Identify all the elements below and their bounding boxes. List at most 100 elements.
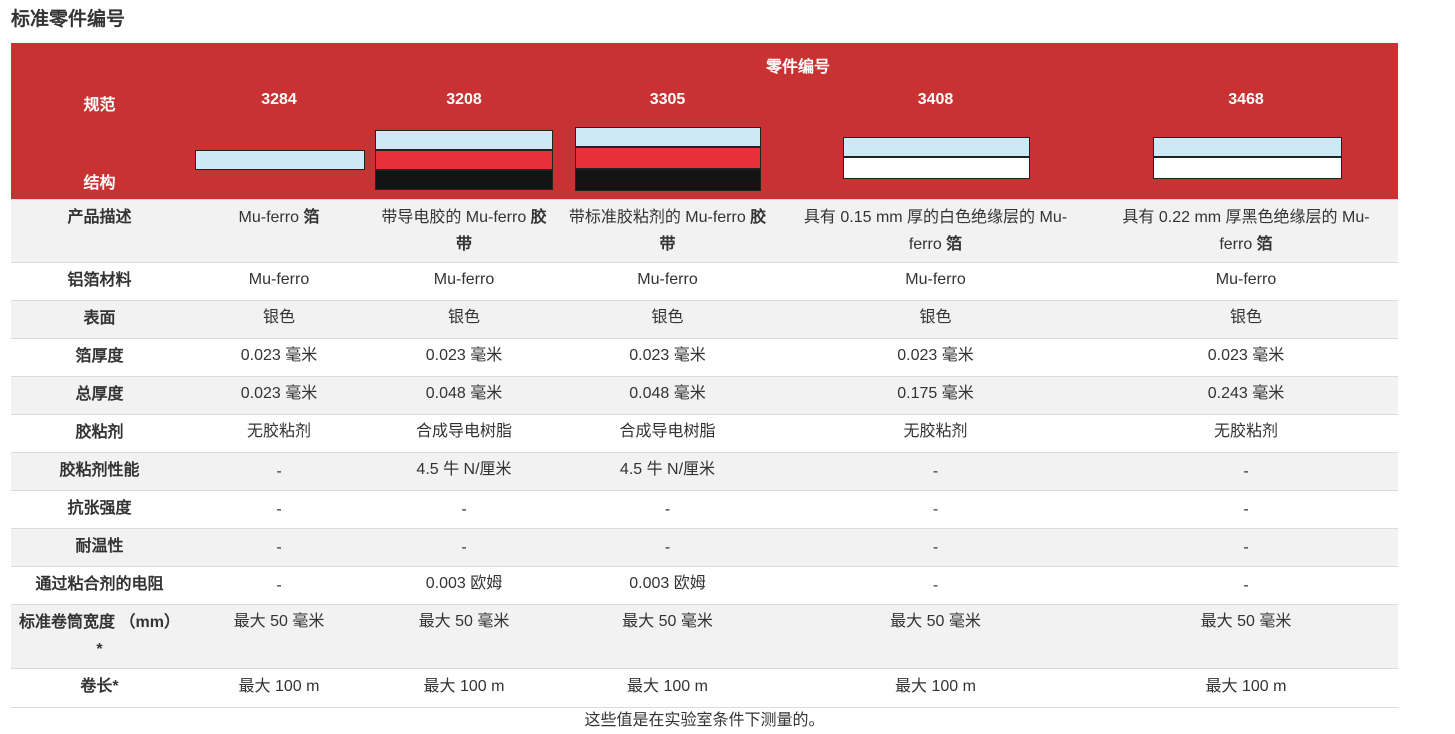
cell-bold-text: 箔 xyxy=(303,209,320,226)
table-cell: Mu-ferro xyxy=(248,271,310,288)
row-label: 卷长* xyxy=(80,678,119,695)
table-cell: 合成导电树脂 xyxy=(619,423,716,440)
part-header-3208: 3208 xyxy=(446,91,482,108)
table-cell: 0.023 毫米 xyxy=(629,347,706,364)
table-cell: - xyxy=(461,539,467,556)
row-adhesive: 胶粘剂 无胶粘剂 合成导电树脂 合成导电树脂 无胶粘剂 无胶粘剂 xyxy=(11,414,1398,452)
table-cell: 最大 100 m xyxy=(1205,678,1287,695)
table-cell: 无胶粘剂 xyxy=(246,423,311,440)
table-cell: - xyxy=(276,501,282,518)
row-label: 耐温性 xyxy=(75,538,124,555)
row-surface: 表面 银色 银色 银色 银色 银色 xyxy=(11,300,1398,338)
table-header: 零件编号 规范 结构 3284 3208 3305 3408 3468 xyxy=(11,43,1398,199)
table-cell: - xyxy=(932,501,939,518)
table-cell: 最大 100 m xyxy=(895,678,976,695)
row-standard-roll-width: 标准卷筒宽度 （mm）* 最大 50 毫米 最大 50 毫米 最大 50 毫米 … xyxy=(11,604,1398,668)
part-header-3284: 3284 xyxy=(261,91,297,108)
cell-text: 带导电胶的 Mu-ferro xyxy=(381,209,531,226)
table-cell: - xyxy=(1243,501,1249,518)
table-cell: 银色 xyxy=(262,309,295,326)
row-foil-material: 铝箔材料 Mu-ferro Mu-ferro Mu-ferro Mu-ferro… xyxy=(11,262,1398,300)
table-cell: - xyxy=(1243,539,1249,556)
table-cell: 最大 50 毫米 xyxy=(233,613,325,630)
table-cell: 无胶粘剂 xyxy=(903,423,968,440)
table-cell: Mu-ferro xyxy=(1215,271,1277,288)
insulation-layer xyxy=(1153,157,1342,179)
table-cell: 0.023 毫米 xyxy=(425,347,503,364)
table-cell: 最大 50 毫米 xyxy=(890,613,981,630)
table-cell: 最大 50 毫米 xyxy=(622,613,713,630)
table-cell: Mu-ferro xyxy=(637,271,698,288)
table-cell: 0.003 欧姆 xyxy=(629,575,706,592)
row-resistance-through-adhesive: 通过粘合剂的电阻 - 0.003 欧姆 0.003 欧姆 - - xyxy=(11,566,1398,604)
table-cell: - xyxy=(1243,463,1249,480)
row-total-thickness: 总厚度 0.023 毫米 0.048 毫米 0.048 毫米 0.175 毫米 … xyxy=(11,376,1398,414)
table-cell: 带标准胶粘剂的 Mu-ferro 胶带 xyxy=(558,204,777,258)
part-header-3408: 3408 xyxy=(917,91,954,108)
foil-layer xyxy=(843,137,1030,157)
row-label: 表面 xyxy=(83,310,116,327)
row-label: 抗张强度 xyxy=(67,500,132,517)
table-cell: Mu-ferro xyxy=(905,271,966,288)
row-label: 产品描述 xyxy=(67,209,132,226)
table-cell: - xyxy=(664,501,671,518)
row-roll-length: 卷长* 最大 100 m 最大 100 m 最大 100 m 最大 100 m … xyxy=(11,668,1398,708)
table-cell: 最大 100 m xyxy=(423,678,505,695)
table-cell: - xyxy=(932,539,939,556)
table-cell: 0.243 毫米 xyxy=(1207,385,1285,402)
table-cell: 无胶粘剂 xyxy=(1213,423,1278,440)
spec-header: 规范 xyxy=(83,97,116,114)
table-cell: 银色 xyxy=(447,309,480,326)
foil-layer xyxy=(375,130,553,150)
table-cell: - xyxy=(932,577,939,594)
table-cell: 0.023 毫米 xyxy=(240,385,318,402)
row-label: 标准卷筒宽度 （mm）* xyxy=(19,614,180,658)
table-cell: - xyxy=(1243,577,1249,594)
table-cell: 0.048 毫米 xyxy=(629,385,706,402)
table-cell: Mu-ferro xyxy=(433,271,495,288)
table-cell: - xyxy=(664,539,671,556)
row-label: 总厚度 xyxy=(75,386,124,403)
table-cell: 4.5 牛 N/厘米 xyxy=(619,461,716,478)
part-header-3305: 3305 xyxy=(649,91,686,108)
table-cell: 具有 0.15 mm 厚的白色绝缘层的 Mu-ferro 箔 xyxy=(777,204,1094,258)
cell-text: 带标准胶粘剂的 Mu-ferro xyxy=(568,209,751,226)
table-cell: 带导电胶的 Mu-ferro 胶带 xyxy=(370,204,558,258)
cell-bold-text: 箔 xyxy=(946,236,963,253)
table-cell: 0.175 毫米 xyxy=(897,385,974,402)
foil-layer xyxy=(575,127,761,147)
cell-text: 具有 0.15 mm 厚的白色绝缘层的 Mu-ferro xyxy=(803,209,1068,253)
foil-layer xyxy=(195,150,365,170)
table-cell: - xyxy=(276,577,282,594)
table-cell: 最大 100 m xyxy=(238,678,320,695)
row-label: 箔厚度 xyxy=(75,348,124,365)
liner-layer xyxy=(575,169,761,191)
table-cell: - xyxy=(461,501,467,518)
table-cell: 银色 xyxy=(651,309,684,326)
row-adhesive-performance: 胶粘剂性能 - 4.5 牛 N/厘米 4.5 牛 N/厘米 - - xyxy=(11,452,1398,490)
adhesive-layer xyxy=(375,150,553,170)
table-cell: 最大 50 毫米 xyxy=(1200,613,1292,630)
liner-layer xyxy=(375,170,553,190)
row-label: 铝箔材料 xyxy=(67,272,132,289)
structure-header: 结构 xyxy=(83,175,116,192)
cell-bold-text: 箔 xyxy=(1256,236,1273,253)
table-cell: 4.5 牛 N/厘米 xyxy=(416,461,512,478)
cell-text: Mu-ferro xyxy=(238,209,304,226)
adhesive-layer xyxy=(575,147,761,169)
row-foil-thickness: 箔厚度 0.023 毫米 0.023 毫米 0.023 毫米 0.023 毫米 … xyxy=(11,338,1398,376)
table-cell: 具有 0.22 mm 厚黑色绝缘层的 Mu-ferro 箔 xyxy=(1094,204,1398,258)
table-cell: Mu-ferro 箔 xyxy=(188,204,370,231)
row-label: 通过粘合剂的电阻 xyxy=(35,576,164,593)
table-cell: 0.048 毫米 xyxy=(425,385,503,402)
table-cell: 0.023 毫米 xyxy=(897,347,974,364)
page-title: 标准零件编号 xyxy=(11,9,126,30)
table-cell: - xyxy=(276,463,282,480)
cell-text: 具有 0.22 mm 厚黑色绝缘层的 Mu-ferro xyxy=(1122,209,1370,253)
row-label: 胶粘剂性能 xyxy=(59,462,140,479)
part-number-group-header: 零件编号 xyxy=(765,59,830,76)
insulation-layer xyxy=(843,157,1030,179)
row-label: 胶粘剂 xyxy=(75,424,124,441)
table-cell: - xyxy=(276,539,282,556)
table-cell: 合成导电树脂 xyxy=(415,423,512,440)
